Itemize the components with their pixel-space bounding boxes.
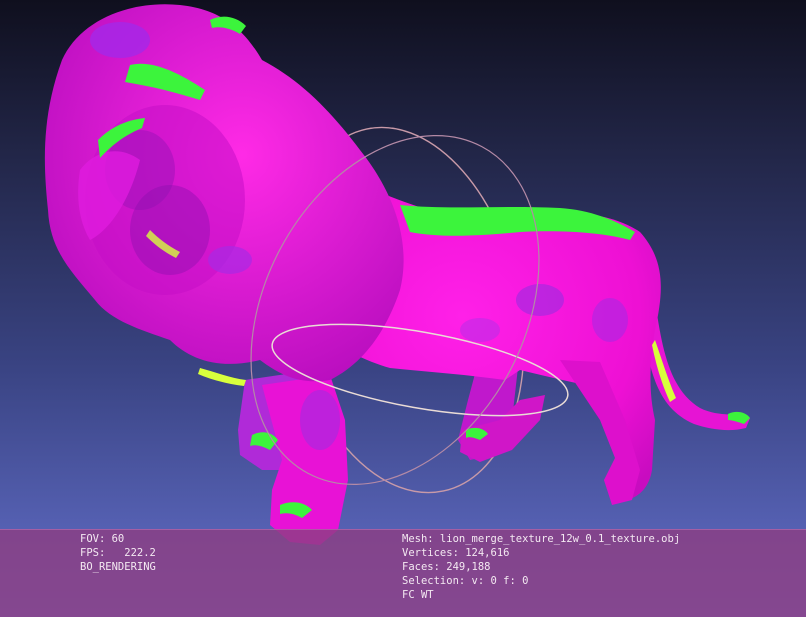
info-overlay: FOV: 60 FPS: 222.2 BO_RENDERING Mesh: li… [0,529,806,617]
vertices-readout: Vertices: 124,616 [402,547,510,559]
info-right-column: Mesh: lion_merge_texture_12w_0.1_texture… [402,532,680,602]
3d-viewport[interactable]: FOV: 60 FPS: 222.2 BO_RENDERING Mesh: li… [0,0,806,617]
mesh-name-readout: Mesh: lion_merge_texture_12w_0.1_texture… [402,533,681,545]
scene-canvas[interactable] [0,0,806,617]
faces-readout: Faces: 249,188 [402,561,491,573]
fov-readout: FOV: 60 [80,533,125,545]
selection-readout: Selection: v: 0 f: 0 [402,575,529,587]
render-mode-readout: BO_RENDERING [80,561,156,573]
info-left-column: FOV: 60 FPS: 222.2 BO_RENDERING [80,532,156,574]
flags-readout: FC WT [402,589,434,601]
fps-readout: FPS: 222.2 [80,547,156,559]
lion-mesh-icon[interactable] [44,4,750,545]
